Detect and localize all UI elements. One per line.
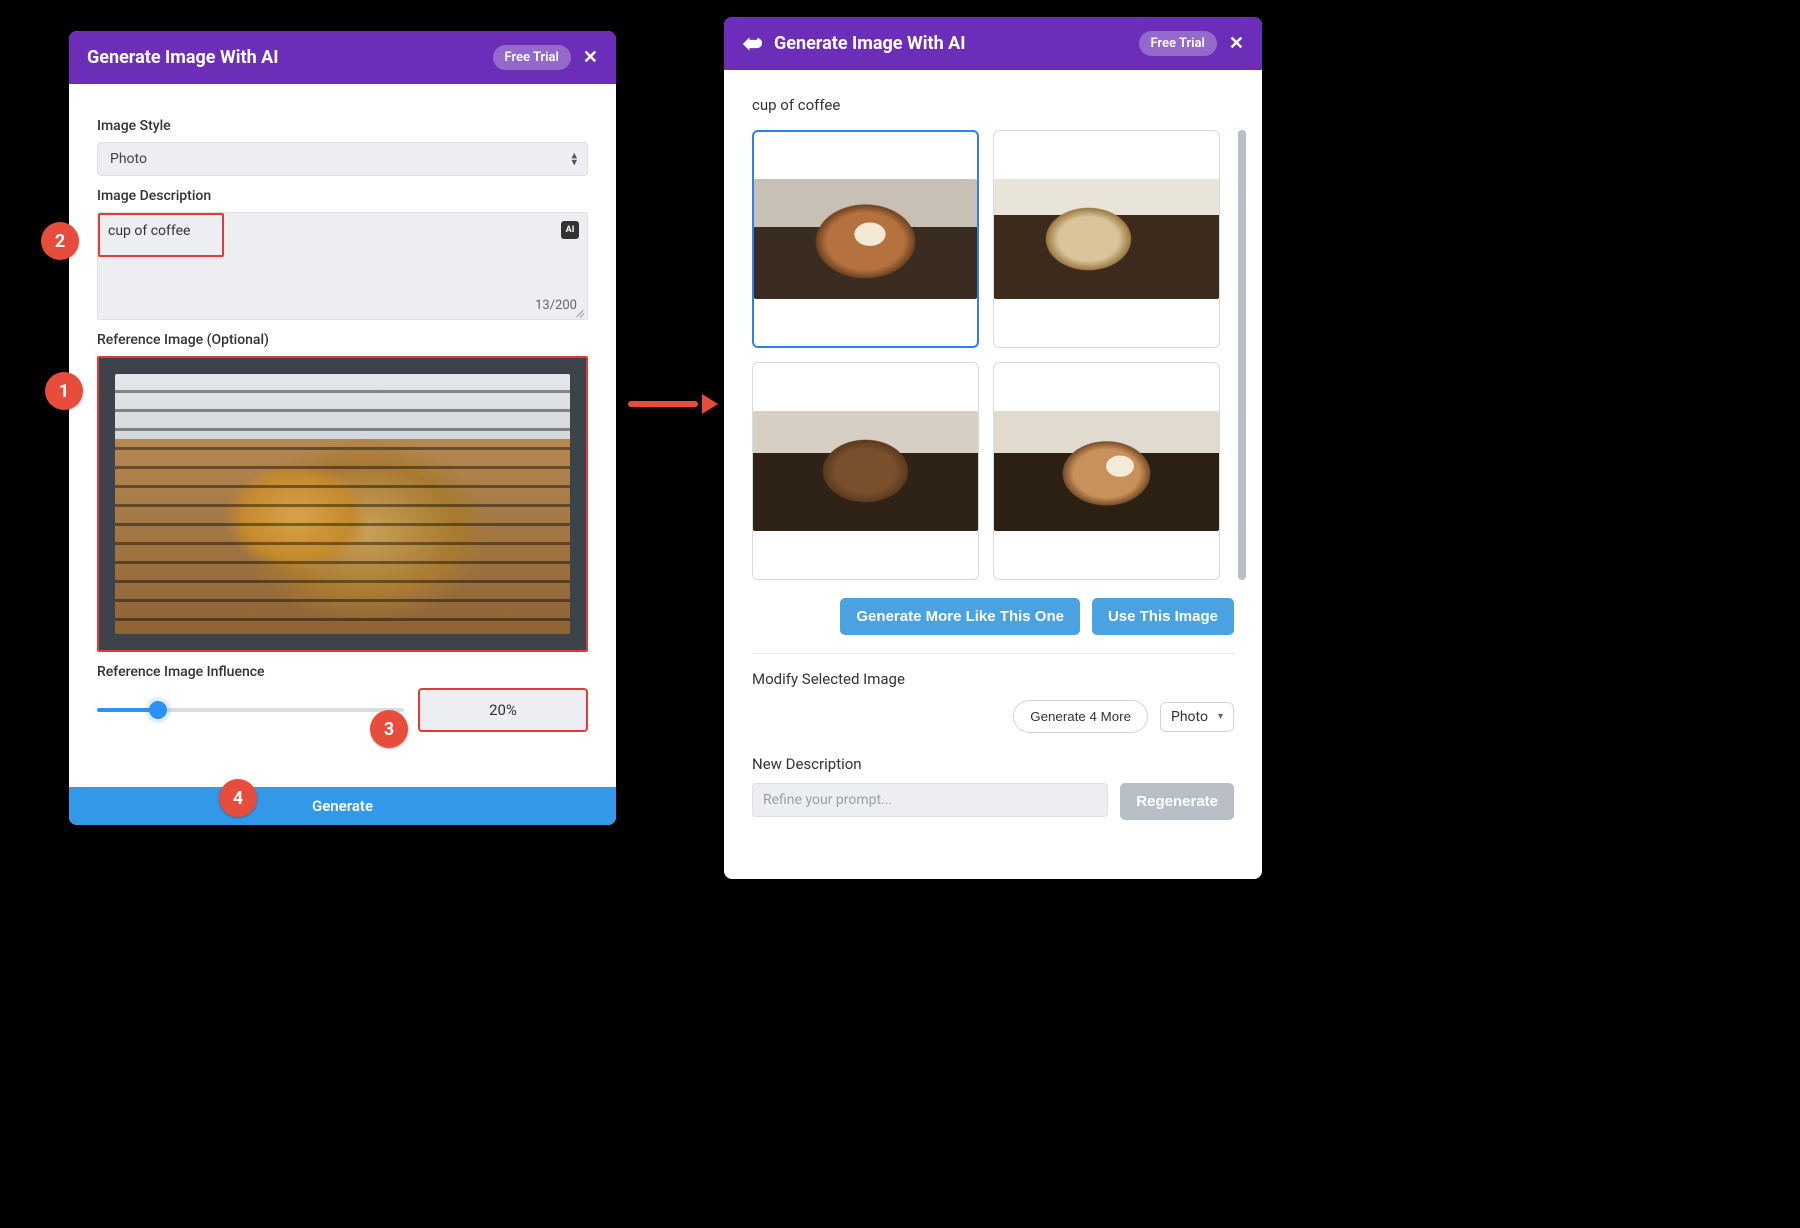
- panel-body: Image Style Photo ▴▾ Image Description c…: [69, 84, 616, 754]
- panel-body: cup of coffee Generate More Like This On…: [724, 70, 1262, 842]
- close-icon[interactable]: ✕: [583, 47, 598, 68]
- image-description-input[interactable]: cup of coffee AI 13/200: [97, 212, 588, 320]
- close-icon[interactable]: ✕: [1229, 33, 1244, 54]
- chevron-updown-icon: ▴▾: [571, 152, 577, 165]
- panel-input: Generate Image With AI Free Trial ✕ Imag…: [69, 31, 616, 825]
- callout-4: 4: [219, 779, 257, 817]
- arrow-icon: [628, 392, 718, 416]
- result-thumb-1[interactable]: [752, 130, 979, 348]
- influence-value[interactable]: 20%: [418, 688, 588, 732]
- chevron-down-icon: ▾: [1218, 711, 1223, 722]
- results-grid: [752, 130, 1234, 580]
- panel-header: Generate Image With AI Free Trial ✕: [724, 17, 1262, 70]
- result-image: [994, 411, 1219, 531]
- modify-label: Modify Selected Image: [752, 670, 1234, 688]
- refine-placeholder: Refine your prompt...: [763, 792, 892, 808]
- generate-4-more-button[interactable]: Generate 4 More: [1013, 700, 1148, 733]
- panel-header: Generate Image With AI Free Trial ✕: [69, 31, 616, 84]
- reference-image-preview: [115, 374, 570, 634]
- new-description-label: New Description: [752, 755, 1234, 773]
- free-trial-badge[interactable]: Free Trial: [493, 45, 571, 70]
- image-description-label: Image Description: [97, 188, 588, 204]
- callout-2: 2: [41, 222, 79, 260]
- result-thumb-4[interactable]: [993, 362, 1220, 580]
- influence-slider[interactable]: [97, 693, 404, 727]
- generate-button[interactable]: Generate: [69, 787, 616, 825]
- char-counter: 13/200: [535, 298, 577, 313]
- panel-title: Generate Image With AI: [87, 47, 481, 68]
- image-style-label: Image Style: [97, 118, 588, 134]
- free-trial-badge[interactable]: Free Trial: [1139, 31, 1217, 56]
- result-image: [753, 411, 978, 531]
- influence-label: Reference Image Influence: [97, 664, 588, 680]
- prompt-echo: cup of coffee: [752, 96, 1234, 114]
- callout-3: 3: [370, 710, 408, 748]
- scrollbar[interactable]: [1238, 130, 1246, 580]
- callout-1: 1: [45, 372, 83, 410]
- reference-image-label: Reference Image (Optional): [97, 332, 588, 348]
- divider: [752, 653, 1234, 654]
- modify-style-select[interactable]: Photo ▾: [1160, 702, 1234, 732]
- ai-icon[interactable]: AI: [561, 221, 579, 239]
- generate-more-like-button[interactable]: Generate More Like This One: [840, 598, 1080, 635]
- result-image: [994, 179, 1219, 299]
- result-thumb-2[interactable]: [993, 130, 1220, 348]
- result-image: [754, 179, 977, 299]
- use-this-image-button[interactable]: Use This Image: [1092, 598, 1234, 635]
- regenerate-button[interactable]: Regenerate: [1120, 783, 1234, 820]
- result-thumb-3[interactable]: [752, 362, 979, 580]
- resize-handle-icon[interactable]: [575, 307, 585, 317]
- image-style-value: Photo: [110, 151, 147, 167]
- panel-title: Generate Image With AI: [774, 33, 1127, 54]
- panel-results: Generate Image With AI Free Trial ✕ cup …: [724, 17, 1262, 879]
- image-description-value: cup of coffee: [108, 223, 190, 239]
- reference-image-area[interactable]: [97, 356, 588, 652]
- modify-style-value: Photo: [1171, 709, 1208, 725]
- slider-thumb[interactable]: [149, 701, 167, 719]
- back-icon[interactable]: [742, 36, 762, 52]
- refine-prompt-input[interactable]: Refine your prompt...: [752, 783, 1108, 817]
- image-style-select[interactable]: Photo ▴▾: [97, 142, 588, 176]
